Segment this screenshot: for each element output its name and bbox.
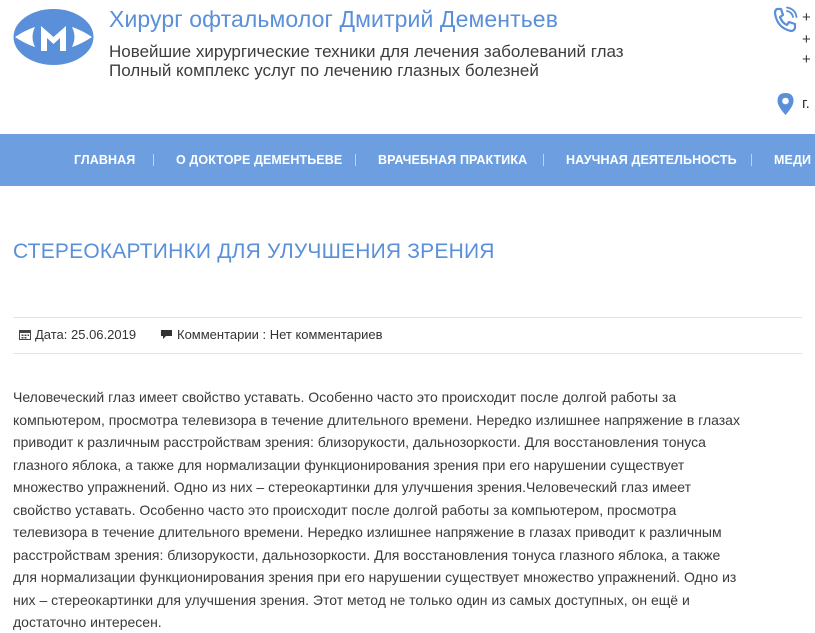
body-line: расстройствам зрения: близорукости, даль… (13, 546, 721, 563)
page: Хирург офтальмолог Дмитрий Дементьев Нов… (0, 0, 815, 633)
article-title: СТЕРЕОКАРТИНКИ ДЛЯ УЛУЧШЕНИЯ ЗРЕНИЯ (13, 240, 495, 263)
phone-icon (773, 6, 798, 33)
body-line: для нормализации функционирования зрения… (13, 569, 737, 585)
nav-item-about-doctor[interactable]: О ДОКТОРЕ ДЕМЕНТЬЕВЕ (176, 134, 342, 186)
article-body: Человеческий глаз имеет свойство устават… (13, 386, 803, 633)
address: г. (802, 95, 810, 112)
body-line: достаточно интересен. (13, 614, 162, 630)
location-pin-icon (777, 93, 794, 115)
body-line: приводит к различным расстройствам зрени… (13, 434, 706, 450)
comment-bubble-icon (161, 330, 172, 339)
nav-separator (153, 154, 154, 166)
nav-separator (355, 154, 356, 166)
body-line: множество упражнений. Одно из них – стер… (13, 479, 691, 495)
article-date: Дата: 25.06.2019 (19, 327, 136, 342)
article-date-text: Дата: 25.06.2019 (35, 327, 137, 342)
meta-divider (13, 353, 802, 354)
tagline-secondary: Полный комплекс услуг по лечению глазных… (109, 61, 539, 80)
article-comments[interactable]: Комментарии : Нет комментариев (160, 327, 382, 342)
body-line: телевизора в течение длительного времени… (13, 524, 722, 540)
eye-logo-icon[interactable] (12, 7, 95, 67)
nav-item-home[interactable]: ГЛАВНАЯ (74, 134, 135, 186)
body-line: них – стереокартинки для улучшения зрени… (13, 591, 690, 608)
nav-item-media[interactable]: МЕДИ (774, 134, 811, 186)
article-comments-text: Комментарии : Нет комментариев (177, 327, 383, 342)
body-line: свойство уставать. Особенно часто это пр… (13, 501, 677, 518)
nav-separator (543, 154, 544, 166)
nav-item-research[interactable]: НАУЧНАЯ ДЕЯТЕЛЬНОСТЬ (566, 134, 737, 186)
tagline-primary: Новейшие хирургические техники для лечен… (109, 42, 624, 61)
body-line: Человеческий глаз имеет свойство устават… (13, 389, 677, 405)
meta-divider (13, 317, 802, 318)
phone-number-2[interactable]: + (802, 31, 811, 48)
phone-number-3[interactable]: + (802, 51, 811, 68)
main-navigation: ГЛАВНАЯ О ДОКТОРЕ ДЕМЕНТЬЕВЕ ВРАЧЕБНАЯ П… (0, 134, 815, 186)
nav-separator (751, 154, 752, 166)
calendar-icon (19, 330, 31, 340)
body-line: глазного яблока, а также для нормализаци… (13, 456, 685, 473)
phone-number-1[interactable]: + (802, 9, 811, 26)
nav-item-medical-practice[interactable]: ВРАЧЕБНАЯ ПРАКТИКА (378, 134, 527, 186)
site-title[interactable]: Хирург офтальмолог Дмитрий Дементьев (109, 6, 558, 33)
body-line: компьютером, просмотра телевизора в тече… (13, 411, 740, 428)
